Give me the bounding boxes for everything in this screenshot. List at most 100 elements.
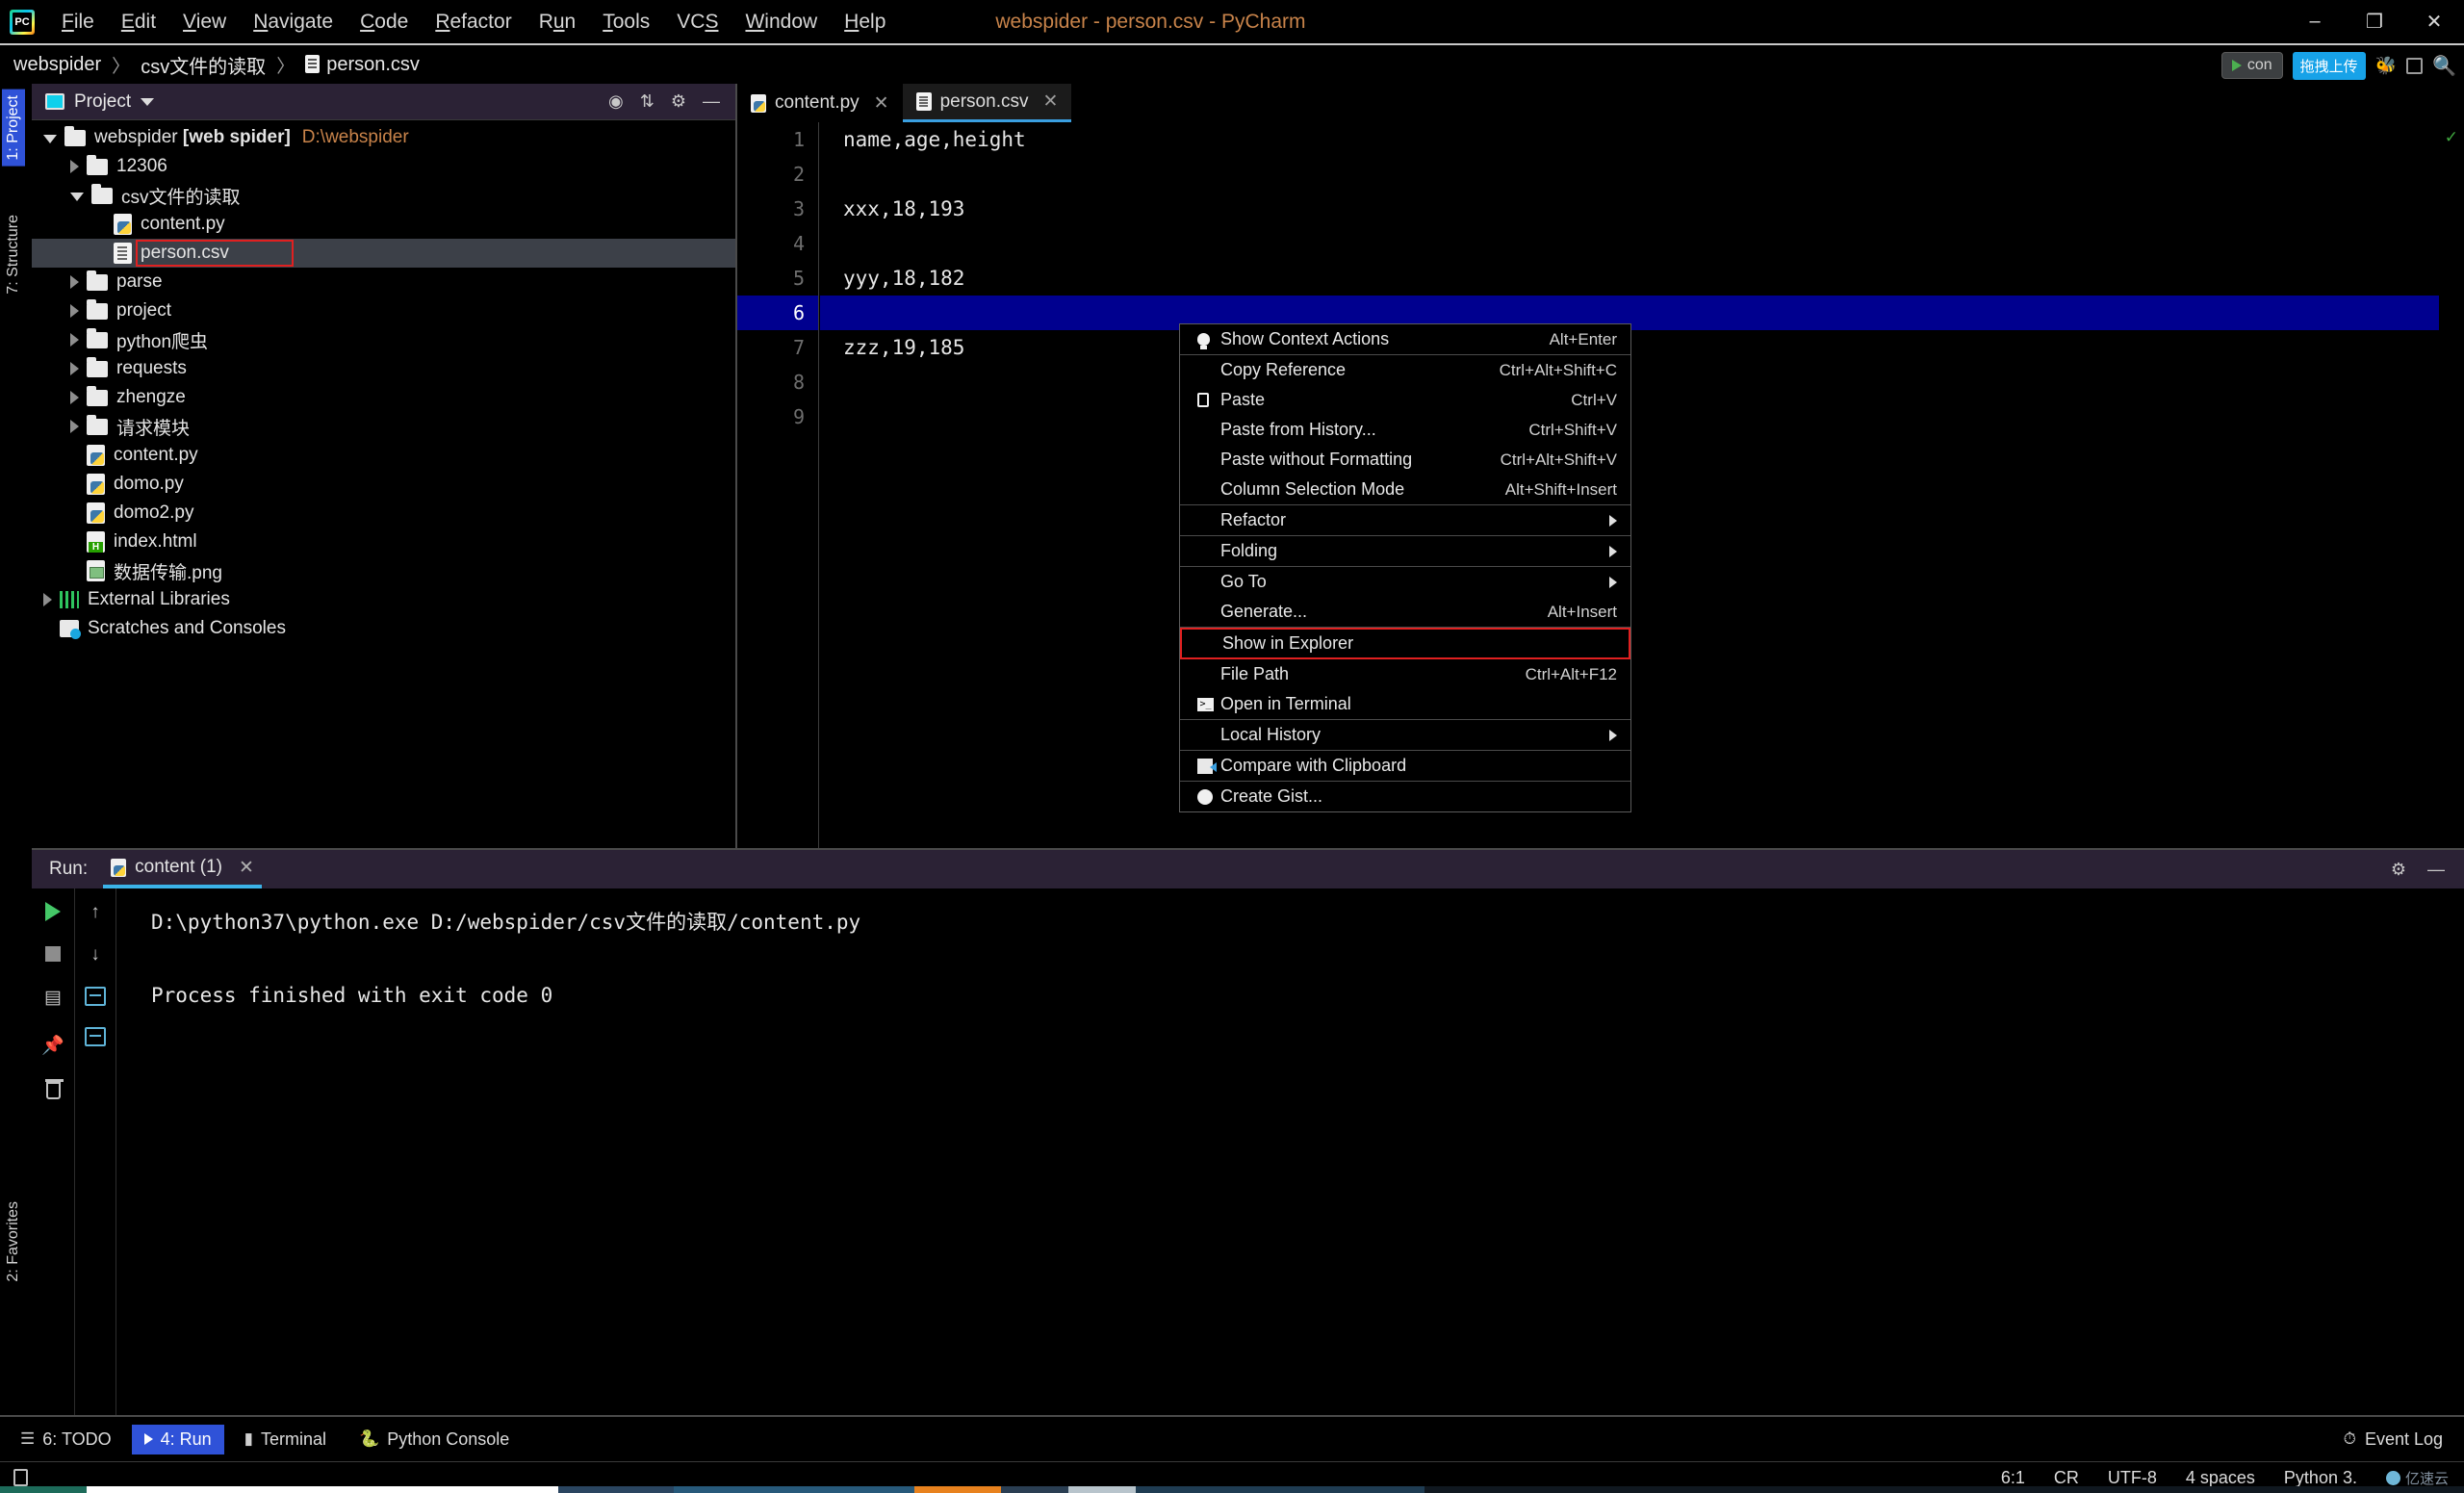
menu-code[interactable]: Code <box>346 8 422 37</box>
tree-item[interactable]: zhengze <box>32 383 735 412</box>
line-separator[interactable]: CR <box>2054 1468 2079 1488</box>
chevron-down-icon[interactable] <box>43 135 57 143</box>
file-encoding[interactable]: UTF-8 <box>2108 1468 2157 1488</box>
tree-item[interactable]: webspider [web spider] D:\webspider <box>32 123 735 152</box>
tree-item[interactable]: content.py <box>32 210 735 239</box>
stop-icon[interactable] <box>2406 57 2424 74</box>
menu-edit[interactable]: Edit <box>108 8 169 37</box>
menu-refactor[interactable]: Refactor <box>422 8 525 37</box>
context-menu-item-local-history[interactable]: Local History <box>1180 720 1630 750</box>
chevron-right-icon[interactable] <box>70 160 79 173</box>
editor-tab[interactable]: content.py ✕ <box>737 84 903 122</box>
scroll-down-icon[interactable]: ↓ <box>90 944 100 965</box>
context-menu-item-paste-without-formatting[interactable]: Paste without Formatting Ctrl+Alt+Shift+V <box>1180 445 1630 475</box>
editor-scrollbar[interactable]: ✓ <box>2439 122 2464 848</box>
menu-window[interactable]: Window <box>732 8 831 37</box>
caret-position[interactable]: 6:1 <box>2001 1468 2025 1488</box>
context-menu-item-column-selection-mode[interactable]: Column Selection Mode Alt+Shift+Insert <box>1180 475 1630 504</box>
bottom-item-python-console[interactable]: 🐍 Python Console <box>346 1425 522 1454</box>
chevron-down-icon[interactable] <box>70 193 84 201</box>
context-menu-item-show-in-explorer[interactable]: Show in Explorer <box>1180 628 1630 659</box>
chevron-right-icon[interactable] <box>70 333 79 347</box>
gear-icon[interactable]: ⚙ <box>671 91 686 112</box>
context-menu-item-open-in-terminal[interactable]: >_ Open in Terminal <box>1180 689 1630 719</box>
context-menu-item-file-path[interactable]: File Path Ctrl+Alt+F12 <box>1180 659 1630 689</box>
run-configuration-selector[interactable]: con <box>2220 52 2283 79</box>
gear-icon[interactable]: ⚙ <box>2391 860 2406 880</box>
line-number[interactable]: 3 <box>737 192 818 226</box>
context-menu-item-paste[interactable]: Paste Ctrl+V <box>1180 385 1630 415</box>
upload-badge[interactable]: 拖拽上传 <box>2292 51 2366 80</box>
menu-file[interactable]: File <box>48 8 108 37</box>
python-interpreter[interactable]: Python 3. <box>2284 1468 2357 1488</box>
scroll-up-icon[interactable]: ↑ <box>90 902 100 923</box>
context-menu-item-copy-reference[interactable]: Copy Reference Ctrl+Alt+Shift+C <box>1180 355 1630 385</box>
line-number[interactable]: 6 <box>737 296 818 330</box>
breadcrumb-item-project[interactable]: webspider <box>13 54 101 76</box>
close-button[interactable]: ✕ <box>2404 0 2464 43</box>
tree-item[interactable]: 请求模块 <box>32 412 735 441</box>
menu-vcs[interactable]: VCS <box>663 8 732 37</box>
run-tab-content[interactable]: content (1) ✕ <box>103 850 262 888</box>
tree-item[interactable]: domo.py <box>32 470 735 499</box>
context-menu-item-folding[interactable]: Folding <box>1180 536 1630 566</box>
context-menu-item-refactor[interactable]: Refactor <box>1180 505 1630 535</box>
editor-context-menu[interactable]: Show Context Actions Alt+Enter Copy Refere… <box>1179 323 1631 812</box>
tree-item[interactable]: content.py <box>32 441 735 470</box>
line-number[interactable]: 1 <box>737 122 818 157</box>
run-console-output[interactable]: D:\python37\python.exe D:/webspider/csv文… <box>116 888 2464 1417</box>
context-menu-item-create-gist[interactable]: Create Gist... <box>1180 782 1630 811</box>
tree-item[interactable]: parse <box>32 268 735 296</box>
event-log-button[interactable]: ⏱ Event Log <box>2344 1429 2464 1450</box>
inspection-status-icon[interactable]: ✓ <box>2445 128 2458 147</box>
chevron-right-icon[interactable] <box>70 420 79 433</box>
close-icon[interactable]: ✕ <box>1042 90 1058 113</box>
tree-item[interactable]: requests <box>32 354 735 383</box>
bottom-item-run[interactable]: 4: Run <box>131 1424 224 1454</box>
editor-tab[interactable]: person.csv ✕ <box>902 84 1072 122</box>
hide-panel-icon[interactable]: — <box>703 91 720 112</box>
chevron-down-icon[interactable] <box>141 97 155 106</box>
menu-run[interactable]: Run <box>526 8 590 37</box>
target-icon[interactable]: ◉ <box>608 91 624 112</box>
context-menu-item-go-to[interactable]: Go To <box>1180 567 1630 597</box>
sidebar-item-favorites[interactable]: 2: Favorites <box>2 1196 25 1288</box>
tree-item[interactable]: index.html <box>32 528 735 556</box>
chevron-right-icon[interactable] <box>70 275 79 289</box>
trash-icon[interactable] <box>44 1079 64 1099</box>
menu-help[interactable]: Help <box>831 8 899 37</box>
code-line[interactable] <box>820 157 2439 192</box>
close-icon[interactable]: ✕ <box>874 92 889 115</box>
tree-item[interactable]: External Libraries <box>32 585 735 614</box>
line-number[interactable]: 4 <box>737 226 818 261</box>
line-number[interactable]: 9 <box>737 399 818 434</box>
hide-panel-icon[interactable]: — <box>2427 860 2445 880</box>
tree-item[interactable]: 数据传输.png <box>32 556 735 585</box>
line-number[interactable]: 2 <box>737 157 818 192</box>
book-icon[interactable] <box>13 1469 28 1486</box>
code-line[interactable]: xxx,18,193 <box>820 192 2439 226</box>
context-menu-item-generate[interactable]: Generate... Alt+Insert <box>1180 597 1630 627</box>
code-line[interactable]: name,age,height <box>820 122 2439 157</box>
sidebar-item-structure[interactable]: 7: Structure <box>2 209 25 300</box>
search-icon[interactable]: 🔍 <box>2432 54 2456 78</box>
pin-icon[interactable]: 📌 <box>41 1034 64 1057</box>
bottom-item-terminal[interactable]: ▮ Terminal <box>232 1425 339 1454</box>
soft-wrap-icon[interactable] <box>85 987 106 1006</box>
line-number[interactable]: 7 <box>737 330 818 365</box>
chevron-right-icon[interactable] <box>70 304 79 318</box>
sidebar-item-project[interactable]: 1: Project <box>2 90 25 167</box>
stop-icon[interactable] <box>45 946 61 962</box>
tree-item[interactable]: domo2.py <box>32 499 735 528</box>
menu-view[interactable]: View <box>169 8 240 37</box>
bottom-item-todo[interactable]: ☰ 6: TODO <box>8 1425 124 1454</box>
chevron-right-icon[interactable] <box>70 391 79 404</box>
minimize-button[interactable]: – <box>2285 0 2345 43</box>
tree-item[interactable]: python爬虫 <box>32 325 735 354</box>
code-line[interactable] <box>820 226 2439 261</box>
tree-item[interactable]: csv文件的读取 <box>32 181 735 210</box>
tree-item[interactable]: Scratches and Consoles <box>32 614 735 643</box>
tree-item[interactable]: project <box>32 296 735 325</box>
close-icon[interactable]: ✕ <box>239 857 254 879</box>
breadcrumb-item-file[interactable]: person.csv <box>305 54 420 76</box>
